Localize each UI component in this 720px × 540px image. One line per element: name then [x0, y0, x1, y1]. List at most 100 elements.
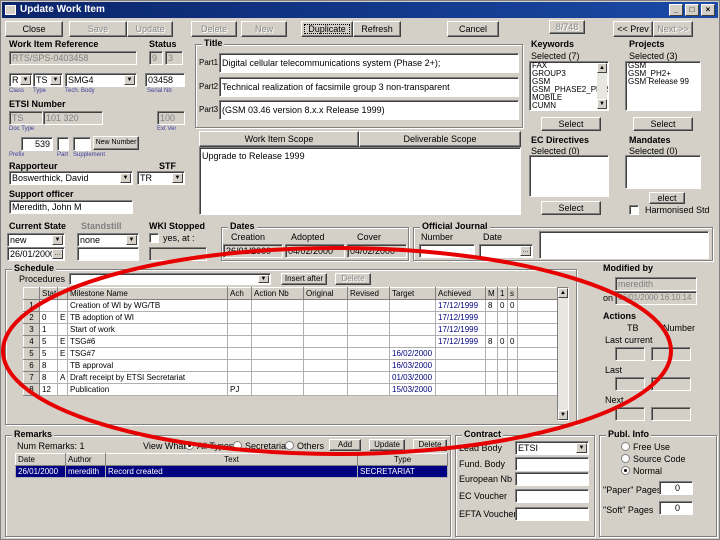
serial-field[interactable]: 03458 — [145, 73, 185, 87]
fund-body-field[interactable] — [515, 457, 589, 471]
list-item[interactable]: GSM Release 99 — [626, 78, 700, 86]
column-header[interactable]: Original — [303, 287, 348, 300]
procedures-combo[interactable]: ▼ — [69, 273, 271, 285]
table-row[interactable]: 6 8 TB approval 16/03/2000 — [23, 359, 558, 372]
projects-select-button[interactable]: Select — [633, 117, 693, 131]
stf-combo[interactable]: TR ▼ — [137, 171, 185, 185]
row-header[interactable]: 2 — [23, 311, 40, 324]
close-button[interactable]: Close — [5, 21, 63, 37]
column-header[interactable]: 1 — [497, 287, 508, 300]
etsi-supp-field[interactable] — [73, 137, 91, 151]
keywords-scrollbar[interactable]: ▲ ▼ — [597, 63, 607, 109]
type-combo[interactable]: R ▼ — [9, 73, 33, 87]
oj-number-field[interactable] — [419, 244, 475, 258]
next-button[interactable]: Next >> — [653, 21, 693, 37]
row-header[interactable]: 4 — [23, 335, 40, 348]
table-row[interactable]: 3 1 Start of work 17/12/1999 — [23, 323, 558, 336]
standstill-date[interactable] — [77, 247, 139, 261]
title-part1-field[interactable]: Digital cellular telecommunications syst… — [219, 53, 519, 73]
efta-voucher-field[interactable] — [515, 507, 589, 521]
column-header[interactable]: Stat — [39, 287, 58, 300]
others-radio[interactable] — [285, 441, 294, 450]
chevron-down-icon[interactable]: ▼ — [120, 173, 131, 183]
etsi-part-field[interactable] — [57, 137, 69, 151]
soft-pages-field[interactable]: 0 — [659, 501, 693, 515]
row-header[interactable]: 1 — [23, 299, 40, 312]
column-header[interactable]: Author — [65, 453, 106, 466]
scroll-up-icon[interactable]: ▲ — [558, 288, 568, 298]
remarks-add-button[interactable]: Add — [329, 439, 361, 451]
harmonised-std-checkbox[interactable] — [629, 205, 639, 215]
column-header[interactable]: Milestone Name — [67, 287, 228, 300]
column-header[interactable]: s — [507, 287, 518, 300]
column-header[interactable]: Achieved — [435, 287, 486, 300]
standstill-combo[interactable]: none ▼ — [77, 233, 139, 247]
title-part2-field[interactable]: Technical realization of facsimile group… — [219, 77, 519, 97]
keywords-list[interactable]: FAX GROUP3 GSM GSM_PHASE2_PLUS MOBILE CU… — [529, 61, 609, 111]
prev-button[interactable]: << Prev — [613, 21, 653, 37]
chevron-down-icon[interactable]: ▼ — [50, 75, 61, 85]
new-button[interactable]: New — [241, 21, 287, 37]
chevron-down-icon[interactable]: ▼ — [20, 75, 31, 85]
paper-pages-field[interactable]: 0 — [659, 481, 693, 495]
close-icon[interactable]: × — [701, 4, 715, 16]
tab-deliverable-scope[interactable]: Deliverable Scope — [359, 131, 521, 147]
cancel-button[interactable]: Cancel — [447, 21, 499, 37]
duplicate-button[interactable]: Duplicate — [301, 21, 353, 37]
mandates-select-button[interactable]: elect — [649, 192, 685, 204]
column-header[interactable]: Ach — [227, 287, 252, 300]
minimize-icon[interactable]: _ — [669, 4, 683, 16]
column-header[interactable]: Type — [357, 453, 448, 466]
title-part3-field[interactable]: (GSM 03.46 version 8.x.x Release 1999) — [219, 100, 519, 120]
table-row[interactable]: 5 5 E TSG#7 16/02/2000 — [23, 347, 558, 360]
european-nb-field[interactable] — [515, 472, 589, 486]
table-row[interactable]: 4 5 E TSG#6 17/12/1999 8 0 0 — [23, 335, 558, 348]
maximize-icon[interactable]: □ — [685, 4, 699, 16]
support-officer-field[interactable]: Meredith, John M — [9, 200, 133, 214]
save-button[interactable]: Save — [69, 21, 127, 37]
column-header[interactable]: Target — [389, 287, 436, 300]
rapporteur-combo[interactable]: Boswerthick, David ▼ — [9, 171, 133, 185]
schedule-delete-button[interactable]: Delete — [335, 273, 371, 285]
column-header[interactable]: Revised — [347, 287, 390, 300]
row-header[interactable]: 8 — [23, 383, 40, 396]
remarks-delete-button[interactable]: Delete — [413, 439, 447, 451]
mandates-list[interactable] — [625, 155, 701, 189]
chevron-down-icon[interactable]: ▼ — [52, 235, 63, 245]
tech-body-combo[interactable]: TS ▼ — [33, 73, 63, 87]
current-state-combo[interactable]: new ▼ — [7, 233, 65, 247]
column-header[interactable]: M — [485, 287, 498, 300]
calendar-icon[interactable]: … — [520, 246, 531, 256]
ec-voucher-field[interactable] — [515, 489, 589, 503]
insert-after-button[interactable]: Insert after — [281, 273, 327, 285]
schedule-vscroll[interactable]: ▲ ▼ — [558, 288, 568, 420]
delete-button[interactable]: Delete — [191, 21, 237, 37]
body-combo[interactable]: SMG4 ▼ — [65, 73, 137, 87]
column-header[interactable]: Text — [105, 453, 358, 466]
table-row[interactable]: 2 0 E TB adoption of WI 17/12/1999 — [23, 311, 558, 324]
table-row[interactable]: 1 Creation of WI by WG/TB 17/12/1999 8 0 0 — [23, 299, 558, 312]
secretariat-radio[interactable] — [233, 441, 242, 450]
table-row[interactable]: 8 12 Publication PJ 15/03/2000 — [23, 383, 558, 396]
table-row[interactable]: 7 8 A Draft receipt by ETSI Secretariat 01/0… — [23, 371, 558, 384]
chevron-down-icon[interactable]: ▼ — [576, 443, 587, 453]
tab-work-item-scope[interactable]: Work Item Scope — [199, 131, 359, 147]
free-use-radio[interactable] — [621, 442, 630, 451]
all-types-radio[interactable] — [185, 441, 194, 450]
oj-text-field[interactable] — [539, 231, 709, 259]
table-row[interactable]: 26/01/2000 meredith Record created SECRE… — [15, 465, 448, 478]
chevron-down-icon[interactable]: ▼ — [258, 275, 269, 283]
scope-text-area[interactable]: Upgrade to Release 1999 — [199, 147, 521, 215]
chevron-down-icon[interactable]: ▼ — [126, 235, 137, 245]
new-number-button[interactable]: New Number — [93, 136, 139, 150]
column-header[interactable]: Date — [15, 453, 66, 466]
scroll-down-icon[interactable]: ▼ — [558, 410, 568, 420]
normal-radio[interactable] — [621, 466, 630, 475]
wki-stopped-checkbox[interactable] — [149, 233, 159, 243]
ec-select-button[interactable]: Select — [541, 201, 601, 215]
row-header[interactable]: 7 — [23, 371, 40, 384]
keywords-select-button[interactable]: Select — [541, 117, 601, 131]
source-code-radio[interactable] — [621, 454, 630, 463]
scroll-down-icon[interactable]: ▼ — [597, 99, 607, 109]
chevron-down-icon[interactable]: ▼ — [172, 173, 183, 183]
